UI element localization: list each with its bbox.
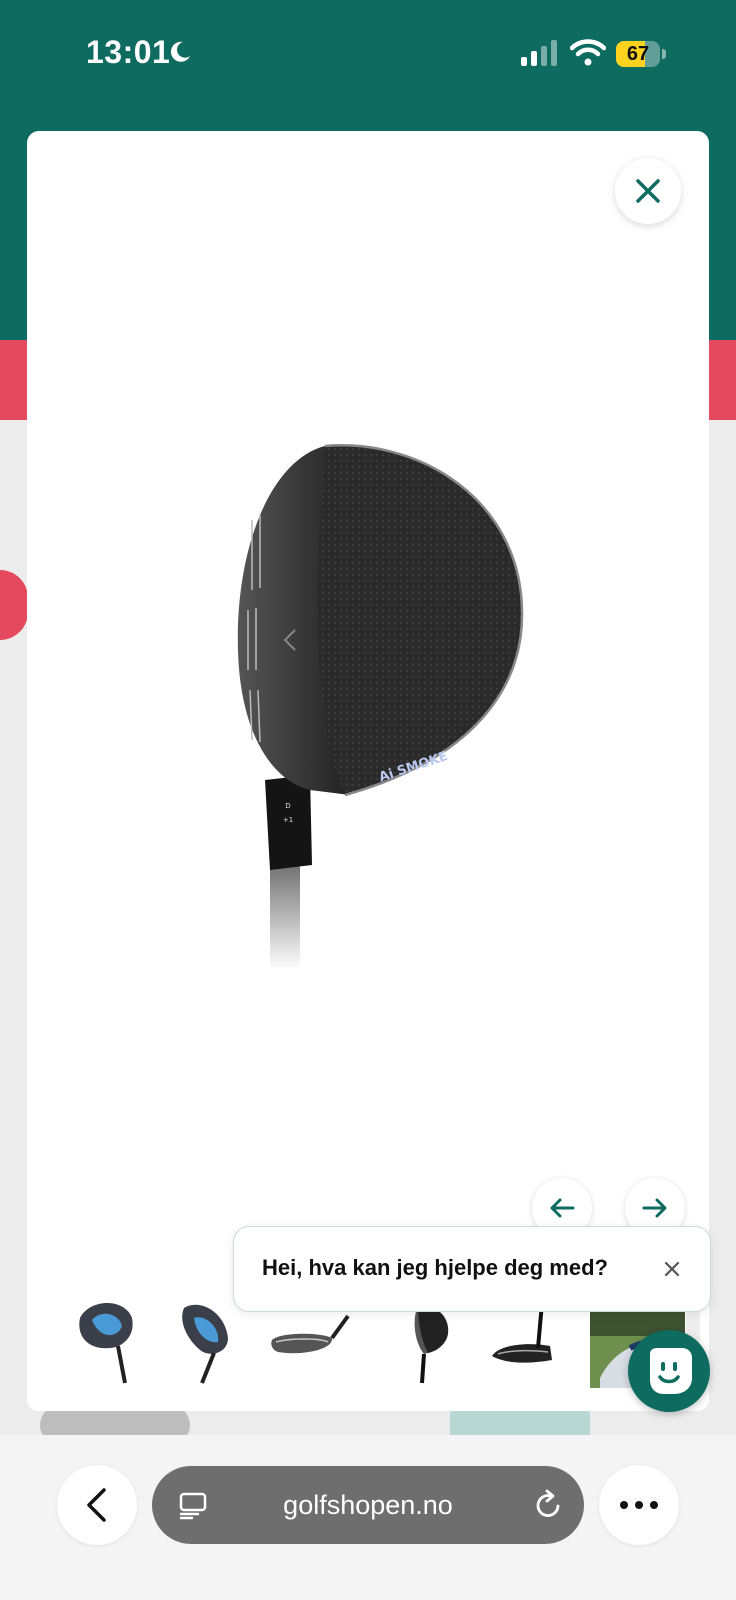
arrow-right-icon: [642, 1198, 667, 1218]
address-bar[interactable]: golfshopen.no: [152, 1466, 584, 1544]
reload-icon[interactable]: [532, 1489, 564, 1521]
chat-launcher-button[interactable]: [628, 1330, 710, 1412]
more-dots-icon: [620, 1501, 658, 1509]
thumbnail-2[interactable]: [170, 1298, 250, 1388]
chat-greeting-text: Hei, hva kan jeg hjelpe deg med?: [262, 1255, 608, 1280]
chat-close-button[interactable]: [658, 1255, 686, 1283]
svg-text:+1: +1: [283, 816, 293, 824]
browser-back-button[interactable]: [57, 1465, 137, 1545]
chevron-left-icon: [87, 1488, 106, 1522]
browser-more-button[interactable]: [599, 1465, 679, 1545]
svg-text:D: D: [285, 802, 290, 810]
chat-greeting-bubble[interactable]: Hei, hva kan jeg hjelpe deg med?: [233, 1226, 711, 1312]
product-image: D +1 Ai SMOKE: [237, 444, 524, 970]
moon-icon: [170, 41, 190, 62]
close-icon: [636, 179, 660, 203]
chat-face-icon: [650, 1348, 692, 1394]
status-time: 13:01: [86, 34, 171, 70]
cellular-signal-icon: [521, 40, 557, 66]
wifi-icon: [570, 39, 606, 66]
url-text: golfshopen.no: [283, 1490, 453, 1520]
battery-percent: 67: [626, 43, 650, 65]
close-gallery-button[interactable]: [615, 158, 681, 224]
battery-icon: 67: [616, 41, 666, 67]
arrow-left-icon: [550, 1198, 575, 1218]
thumbnail-1[interactable]: [70, 1298, 150, 1388]
status-bar: 13:01 67: [0, 0, 736, 100]
